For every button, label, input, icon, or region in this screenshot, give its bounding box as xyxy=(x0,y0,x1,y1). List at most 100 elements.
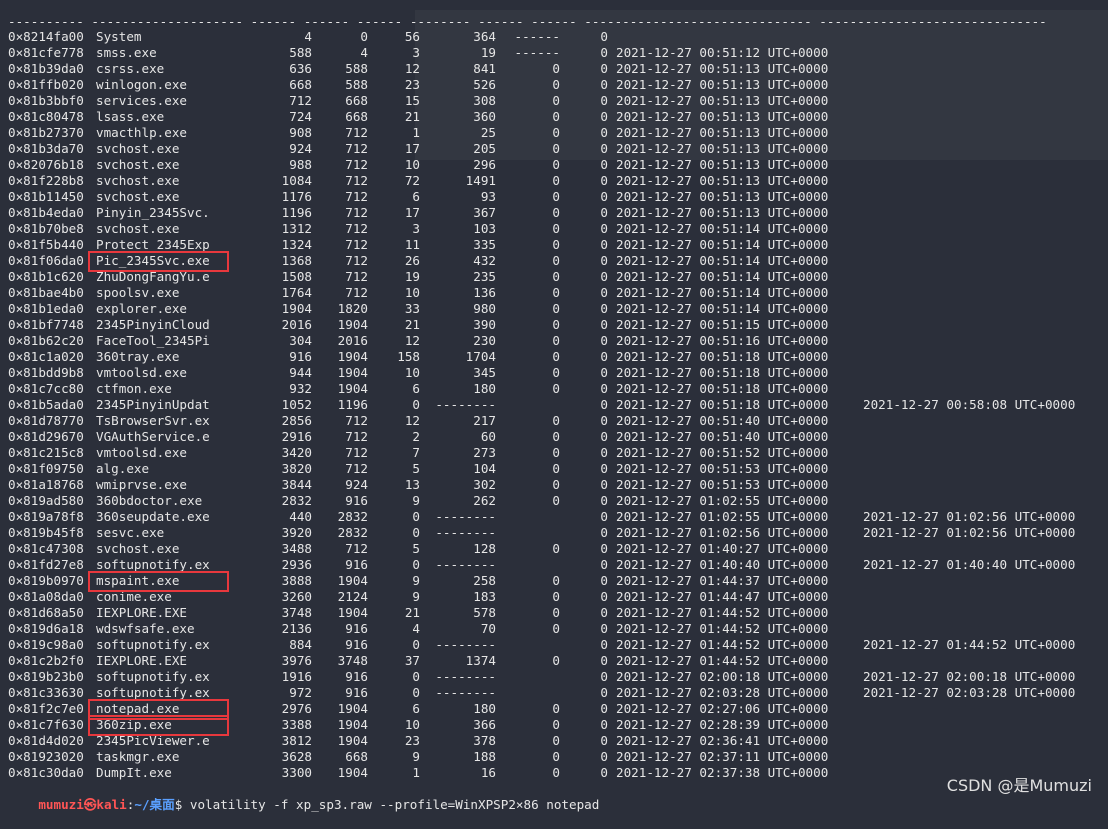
cell-sess: 0 xyxy=(552,653,560,668)
cell-start: 2021-12-27 00:51:18 UTC+0000 xyxy=(616,381,829,396)
cell-start: 2021-12-27 00:51:14 UTC+0000 xyxy=(616,285,829,300)
cell-start: 2021-12-27 00:51:18 UTC+0000 xyxy=(616,397,829,412)
terminal-window[interactable]: ---------- -------------------- ------ -… xyxy=(0,0,1108,812)
cell-name: spoolsv.exe xyxy=(96,285,180,300)
cell-hnds: 366 xyxy=(473,717,496,732)
cell-wow: 0 xyxy=(600,157,608,172)
cell-pid: 304 xyxy=(289,333,312,348)
cell-sess: 0 xyxy=(552,589,560,604)
cell-ppid: 1904 xyxy=(337,717,368,732)
cell-hnds: 235 xyxy=(473,269,496,284)
cell-off: 0×819b45f8 xyxy=(8,525,84,540)
cell-name: lsass.exe xyxy=(96,109,165,124)
command-prompt[interactable]: mumuzi㉿kali:~/桌面$ volatility -f xp_sp3.r… xyxy=(8,781,599,812)
cell-start: 2021-12-27 01:44:52 UTC+0000 xyxy=(616,621,829,636)
cell-hnds: 188 xyxy=(473,749,496,764)
cell-hnds: -------- xyxy=(435,509,496,524)
cell-ppid: 1904 xyxy=(337,765,368,780)
cell-wow: 0 xyxy=(600,669,608,684)
cell-sess: 0 xyxy=(552,237,560,252)
cell-sess: 0 xyxy=(552,621,560,636)
cell-wow: 0 xyxy=(600,317,608,332)
cell-wow: 0 xyxy=(600,637,608,652)
cell-name: svchost.exe xyxy=(96,173,180,188)
cell-ppid: 1904 xyxy=(337,573,368,588)
cell-thds: 13 xyxy=(404,477,420,492)
cell-off: 0×81cfe778 xyxy=(8,45,84,60)
cell-off: 0×81b3da70 xyxy=(8,141,84,156)
cell-thds: 0 xyxy=(412,637,420,652)
cell-sess: 0 xyxy=(552,541,560,556)
cell-ppid: 916 xyxy=(345,637,368,652)
cell-sess: 0 xyxy=(552,77,560,92)
cell-thds: 12 xyxy=(404,333,420,348)
cell-ppid: 3748 xyxy=(337,653,368,668)
cell-thds: 6 xyxy=(412,381,420,396)
cell-ppid: 916 xyxy=(345,557,368,572)
cell-hnds: 104 xyxy=(473,461,496,476)
cell-thds: 3 xyxy=(412,45,420,60)
cell-exit: 2021-12-27 01:44:52 UTC+0000 xyxy=(863,637,1076,652)
cell-off: 0×81c30da0 xyxy=(8,765,84,780)
cell-ppid: 0 xyxy=(360,29,368,44)
cell-off: 0×81b1eda0 xyxy=(8,301,84,316)
cell-name: vmacthlp.exe xyxy=(96,125,187,140)
cell-hnds: 526 xyxy=(473,77,496,92)
cell-name: TsBrowserSvr.ex xyxy=(96,413,210,428)
cell-ppid: 2124 xyxy=(337,589,368,604)
cell-thds: 23 xyxy=(404,77,420,92)
cell-pid: 932 xyxy=(289,381,312,396)
cell-wow: 0 xyxy=(600,749,608,764)
cell-pid: 3260 xyxy=(281,589,312,604)
cell-pid: 1176 xyxy=(281,189,312,204)
cell-pid: 3920 xyxy=(281,525,312,540)
cell-name: smss.exe xyxy=(96,45,157,60)
prompt-user: mumuzi㉿kali xyxy=(38,797,127,812)
cell-start: 2021-12-27 00:51:14 UTC+0000 xyxy=(616,221,829,236)
cell-start: 2021-12-27 00:51:40 UTC+0000 xyxy=(616,429,829,444)
cell-pid: 636 xyxy=(289,61,312,76)
cell-pid: 1052 xyxy=(281,397,312,412)
cell-hnds: 136 xyxy=(473,285,496,300)
cell-ppid: 668 xyxy=(345,749,368,764)
cell-sess: 0 xyxy=(552,461,560,476)
cell-start: 2021-12-27 02:27:06 UTC+0000 xyxy=(616,701,829,716)
cell-wow: 0 xyxy=(600,93,608,108)
cell-start: 2021-12-27 01:40:40 UTC+0000 xyxy=(616,557,829,572)
cell-off: 0×81d78770 xyxy=(8,413,84,428)
cell-pid: 3388 xyxy=(281,717,312,732)
cell-wow: 0 xyxy=(600,717,608,732)
cell-hnds: 180 xyxy=(473,701,496,716)
cell-ppid: 712 xyxy=(345,221,368,236)
cell-name: svchost.exe xyxy=(96,157,180,172)
cell-hnds: 262 xyxy=(473,493,496,508)
cell-wow: 0 xyxy=(600,189,608,204)
cell-exit: 2021-12-27 01:02:56 UTC+0000 xyxy=(863,525,1076,540)
cell-start: 2021-12-27 00:51:52 UTC+0000 xyxy=(616,445,829,460)
cell-hnds: 360 xyxy=(473,109,496,124)
prompt-command[interactable]: volatility -f xp_sp3.raw --profile=WinXP… xyxy=(182,797,599,812)
cell-start: 2021-12-27 00:51:13 UTC+0000 xyxy=(616,173,829,188)
cell-pid: 908 xyxy=(289,125,312,140)
cell-start: 2021-12-27 02:03:28 UTC+0000 xyxy=(616,685,829,700)
cell-sess: 0 xyxy=(552,493,560,508)
cell-wow: 0 xyxy=(600,525,608,540)
cell-start: 2021-12-27 01:02:56 UTC+0000 xyxy=(616,525,829,540)
watermark: CSDN @是Mumuzi xyxy=(946,776,1092,795)
cell-sess: ------ xyxy=(514,45,561,60)
cell-sess: 0 xyxy=(552,173,560,188)
cell-sess: ------ xyxy=(514,29,561,44)
cell-off: 0×81c7cc80 xyxy=(8,381,84,396)
cell-ppid: 712 xyxy=(345,541,368,556)
cell-thds: 23 xyxy=(404,733,420,748)
cell-wow: 0 xyxy=(600,29,608,44)
cell-hnds: 432 xyxy=(473,253,496,268)
cell-thds: 1 xyxy=(412,765,420,780)
cell-off: 0×81f2c7e0 xyxy=(8,701,84,716)
cell-start: 2021-12-27 00:51:16 UTC+0000 xyxy=(616,333,829,348)
cell-off: 0×81fd27e8 xyxy=(8,557,84,572)
cell-thds: 21 xyxy=(404,317,420,332)
cell-hnds: 25 xyxy=(480,125,496,140)
cell-name: explorer.exe xyxy=(96,301,187,316)
cell-hnds: 390 xyxy=(473,317,496,332)
